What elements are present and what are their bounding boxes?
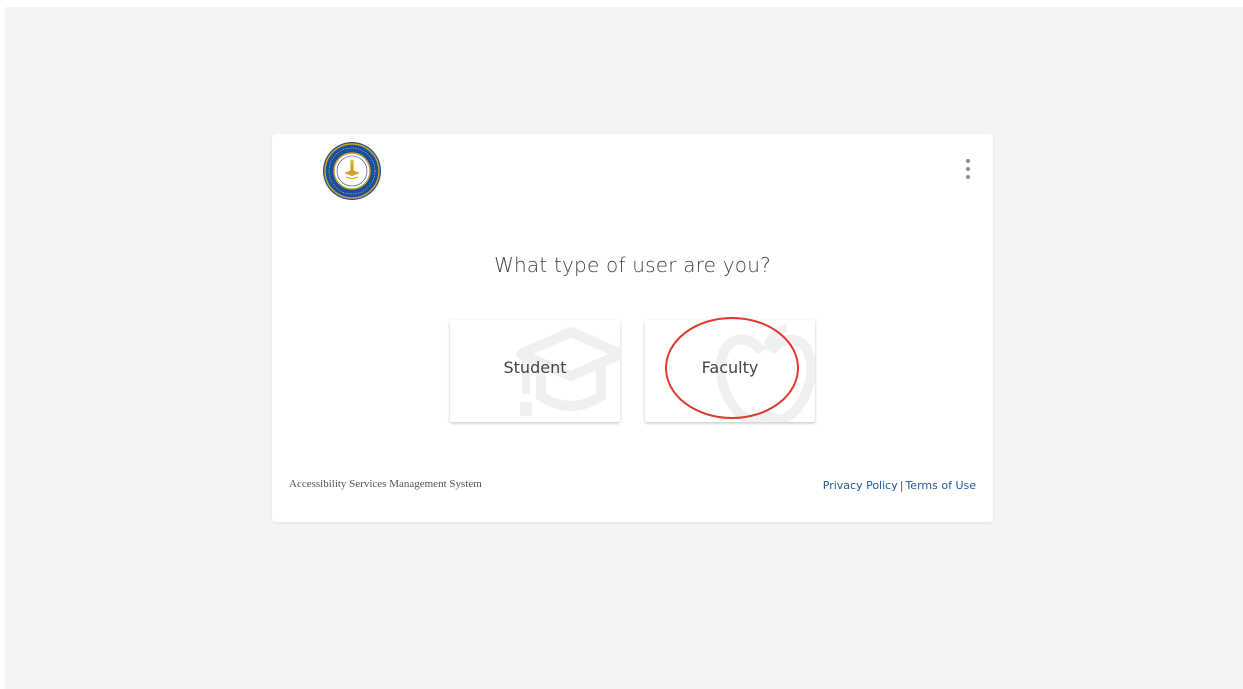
user-type-card: What type of user are you? Student Facul… [272,134,993,522]
menu-dot [966,167,970,171]
student-button[interactable]: Student [450,320,620,422]
menu-dot [966,159,970,163]
page-title: What type of user are you? [494,253,771,277]
privacy-policy-link[interactable]: Privacy Policy [823,479,898,492]
footer-links: Privacy Policy | Terms of Use [823,479,976,492]
faculty-button[interactable]: Faculty [645,320,815,422]
menu-dot [966,175,970,179]
system-name: Accessibility Services Management System [289,478,482,490]
faculty-label: Faculty [701,358,759,377]
college-seal-icon [322,141,382,201]
terms-of-use-link[interactable]: Terms of Use [905,479,976,492]
student-label: Student [503,358,567,377]
more-vertical-icon[interactable] [956,154,980,184]
